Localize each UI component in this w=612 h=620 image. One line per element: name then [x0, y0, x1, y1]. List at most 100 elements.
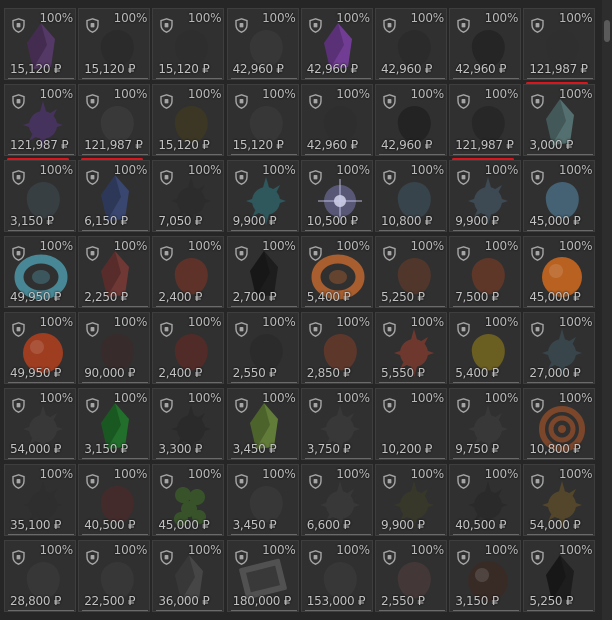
- inventory-item-tile[interactable]: 100% 42,960 ₽: [375, 84, 447, 156]
- inventory-item-tile[interactable]: 100% 6,150 ₽: [78, 160, 151, 232]
- inventory-item-tile[interactable]: 100% 15,120 ₽: [152, 84, 225, 156]
- shield-icon: [309, 246, 322, 261]
- inventory-item-tile[interactable]: 100% 90,000 ₽: [78, 312, 151, 384]
- inventory-item-tile[interactable]: 100% 3,450 ₽: [226, 464, 299, 536]
- condition-label: 100%: [39, 467, 73, 481]
- inventory-item-tile[interactable]: 100% 121,987 ₽: [523, 8, 596, 80]
- price-label: 40,500 ₽: [455, 518, 507, 532]
- inventory-item-tile[interactable]: 100% 15,120 ₽: [4, 8, 76, 80]
- inventory-item-tile[interactable]: 100% 42,960 ₽: [449, 8, 522, 80]
- inventory-item-tile[interactable]: 100% 15,120 ₽: [226, 84, 299, 156]
- condition-label: 100%: [113, 543, 148, 557]
- inventory-item-tile[interactable]: 100% 3,150 ₽: [4, 160, 76, 232]
- inventory-item-tile[interactable]: 100% 180,000 ₽: [226, 540, 299, 612]
- inventory-item-tile[interactable]: 100% 6,600 ₽: [300, 464, 373, 536]
- inventory-item-tile[interactable]: 100% 2,850 ₽: [300, 312, 373, 384]
- inventory-item-tile[interactable]: 100% 10,800 ₽: [375, 160, 447, 232]
- inventory-item-tile[interactable]: 100% 54,000 ₽: [523, 464, 596, 536]
- inventory-item-tile[interactable]: 100% 7,050 ₽: [152, 160, 225, 232]
- condition-label: 100%: [113, 467, 148, 481]
- inventory-item-tile[interactable]: 100% 5,250 ₽: [375, 236, 447, 308]
- inventory-item-tile[interactable]: 100% 121,987 ₽: [78, 84, 151, 156]
- price-label: 42,960 ₽: [232, 62, 284, 76]
- inventory-item-tile[interactable]: 100% 2,550 ₽: [226, 312, 299, 384]
- inventory-item-tile[interactable]: 100% 5,250 ₽: [523, 540, 596, 612]
- condition-label: 100%: [336, 315, 370, 329]
- inventory-item-tile[interactable]: 100% 27,000 ₽: [523, 312, 596, 384]
- inventory-item-tile[interactable]: 100% 121,987 ₽: [449, 84, 522, 156]
- inventory-item-tile[interactable]: 100% 7,500 ₽: [449, 236, 522, 308]
- inventory-item-tile[interactable]: 100% 54,000 ₽: [4, 388, 76, 460]
- price-underline: [230, 458, 297, 459]
- shield-icon: [531, 474, 545, 489]
- inventory-item-tile[interactable]: 100% 9,900 ₽: [449, 160, 522, 232]
- inventory-item-tile[interactable]: 100% 2,550 ₽: [375, 540, 447, 612]
- inventory-item-tile[interactable]: 100% 42,960 ₽: [375, 8, 447, 80]
- inventory-item-tile[interactable]: 100% 5,400 ₽: [449, 312, 522, 384]
- scroll-thumb[interactable]: [604, 20, 610, 42]
- inventory-item-tile[interactable]: 100% 3,150 ₽: [78, 388, 151, 460]
- condition-label: 100%: [558, 87, 593, 101]
- inventory-item-tile[interactable]: 100% 35,100 ₽: [4, 464, 76, 536]
- inventory-item-tile[interactable]: 100% 10,500 ₽: [300, 160, 373, 232]
- price-underline: [379, 382, 445, 383]
- inventory-item-tile[interactable]: 100% 42,960 ₽: [300, 8, 373, 80]
- inventory-item-tile[interactable]: 100% 15,120 ₽: [78, 8, 151, 80]
- inventory-item-tile[interactable]: 100% 49,950 ₽: [4, 312, 76, 384]
- inventory-item-tile[interactable]: 100% 121,987 ₽: [4, 84, 76, 156]
- scrollbar[interactable]: [602, 0, 612, 620]
- inventory-item-tile[interactable]: 100% 3,750 ₽: [300, 388, 373, 460]
- inventory-item-tile[interactable]: 100% 42,960 ₽: [300, 84, 373, 156]
- inventory-item-tile[interactable]: 100% 28,800 ₽: [4, 540, 76, 612]
- shield-icon: [86, 322, 99, 337]
- inventory-item-tile[interactable]: 100% 3,150 ₽: [449, 540, 522, 612]
- inventory-item-tile[interactable]: 100% 2,400 ₽: [152, 312, 225, 384]
- price-label: 2,550 ₽: [232, 366, 277, 380]
- inventory-item-tile[interactable]: 100% 45,000 ₽: [523, 160, 596, 232]
- inventory-item-tile[interactable]: 100% 10,800 ₽: [523, 388, 596, 460]
- inventory-item-tile[interactable]: 100% 45,000 ₽: [523, 236, 596, 308]
- inventory-item-tile[interactable]: 100% 2,400 ₽: [152, 236, 225, 308]
- condition-label: 100%: [187, 467, 222, 481]
- inventory-item-tile[interactable]: 100% 45,000 ₽: [152, 464, 225, 536]
- price-underline: [82, 154, 149, 155]
- condition-label: 100%: [336, 11, 370, 25]
- inventory-item-tile[interactable]: 100% 3,300 ₽: [152, 388, 225, 460]
- price-label: 40,500 ₽: [84, 518, 136, 532]
- inventory-item-tile[interactable]: 100% 9,750 ₽: [449, 388, 522, 460]
- inventory-item-tile[interactable]: 100% 49,950 ₽: [4, 236, 76, 308]
- inventory-item-tile[interactable]: 100% 40,500 ₽: [78, 464, 151, 536]
- price-underline: [453, 154, 520, 155]
- inventory-item-tile[interactable]: 100% 42,960 ₽: [226, 8, 299, 80]
- shield-icon: [234, 246, 248, 261]
- price-label: 45,000 ₽: [529, 214, 581, 228]
- inventory-item-tile[interactable]: 100% 9,900 ₽: [375, 464, 447, 536]
- price-label: 5,550 ₽: [381, 366, 425, 380]
- inventory-item-tile[interactable]: 100% 10,200 ₽: [375, 388, 447, 460]
- inventory-item-tile[interactable]: 100% 15,120 ₽: [152, 8, 225, 80]
- price-underline: [230, 382, 297, 383]
- price-underline: [304, 306, 371, 307]
- price-label: 49,950 ₽: [10, 366, 62, 380]
- inventory-item-tile[interactable]: 100% 153,000 ₽: [300, 540, 373, 612]
- inventory-item-tile[interactable]: 100% 9,900 ₽: [226, 160, 299, 232]
- shield-icon: [531, 322, 545, 337]
- price-label: 5,400 ₽: [306, 290, 351, 304]
- inventory-item-tile[interactable]: 100% 40,500 ₽: [449, 464, 522, 536]
- inventory-item-tile[interactable]: 100% 5,550 ₽: [375, 312, 447, 384]
- inventory-item-tile[interactable]: 100% 22,500 ₽: [78, 540, 151, 612]
- shield-icon: [12, 322, 25, 337]
- shield-icon: [383, 170, 396, 185]
- inventory-item-tile[interactable]: 100% 3,450 ₽: [226, 388, 299, 460]
- inventory-item-tile[interactable]: 100% 2,250 ₽: [78, 236, 151, 308]
- inventory-item-tile[interactable]: 100% 2,700 ₽: [226, 236, 299, 308]
- shield-icon: [86, 18, 99, 33]
- price-label: 2,700 ₽: [232, 290, 277, 304]
- shield-icon: [309, 170, 322, 185]
- price-underline: [453, 534, 520, 535]
- inventory-item-tile[interactable]: 100% 5,400 ₽: [300, 236, 373, 308]
- inventory-item-tile[interactable]: 100% 3,000 ₽: [523, 84, 596, 156]
- inventory-item-tile[interactable]: 100% 36,000 ₽: [152, 540, 225, 612]
- condition-label: 100%: [410, 391, 444, 405]
- condition-label: 100%: [558, 239, 593, 253]
